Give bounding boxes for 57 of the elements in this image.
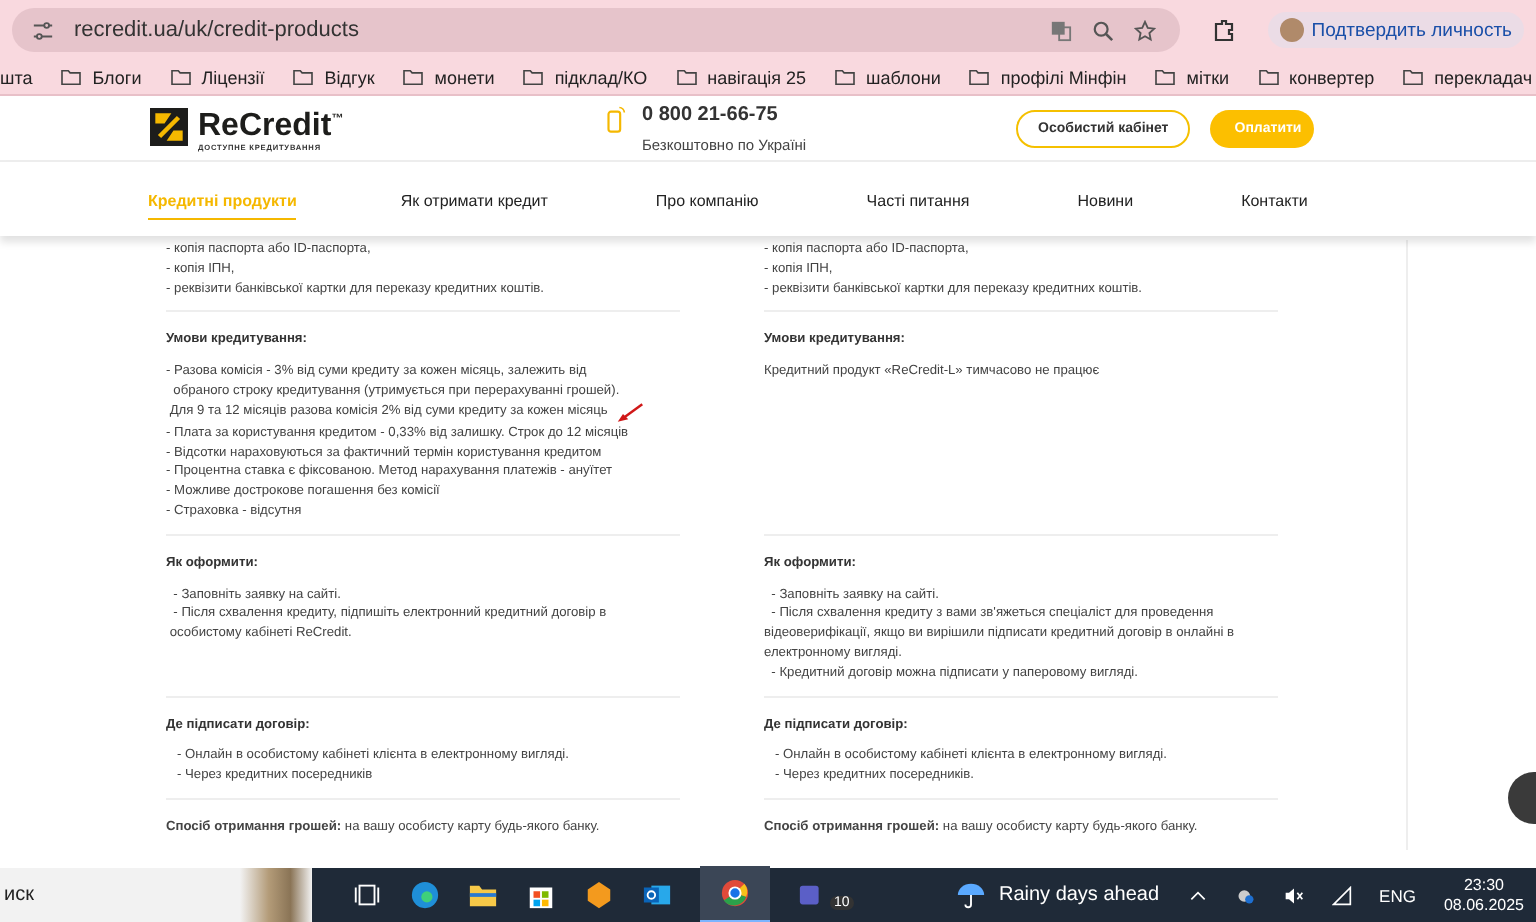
bookmark-folder[interactable]: шта: [0, 67, 33, 87]
folder-icon[interactable]: [468, 880, 498, 910]
task-view-icon[interactable]: [352, 880, 382, 910]
bookmark-folder[interactable]: Блоги: [60, 67, 142, 87]
profile-button[interactable]: Подтвердить личность: [1267, 12, 1524, 48]
folder-icon: [968, 68, 991, 86]
logo-icon: [150, 108, 188, 147]
mail-app-icon[interactable]: [642, 880, 672, 910]
bookmark-folder[interactable]: монети: [402, 67, 495, 87]
translate-icon[interactable]: [1049, 19, 1072, 41]
nav-tab[interactable]: Як отримати кредит: [400, 179, 548, 219]
folder-icon: [1257, 68, 1280, 86]
url-text: recredit.ua/uk/credit-products: [74, 18, 359, 42]
bookmark-star-icon[interactable]: [1133, 19, 1156, 41]
nav-tab[interactable]: Новини: [1077, 179, 1134, 219]
nav-tab[interactable]: Часті питання: [866, 179, 970, 219]
folder-icon: [522, 68, 545, 86]
clock-time[interactable]: 23:30: [1463, 875, 1504, 895]
speaker-muted-icon[interactable]: [1283, 885, 1304, 905]
nav-tab[interactable]: Контакти: [1241, 179, 1308, 219]
extensions-icon[interactable]: [1211, 18, 1236, 42]
bookmark-folder[interactable]: конвертер: [1257, 67, 1375, 87]
bookmark-folder[interactable]: Ліцензії: [169, 67, 265, 87]
clock-date[interactable]: 08.06.2025: [1443, 895, 1524, 915]
phone-number[interactable]: 0 800 21-66-75: [642, 103, 807, 125]
nav-tab[interactable]: Про компанію: [655, 179, 759, 219]
language-indicator[interactable]: ENG: [1379, 885, 1416, 905]
folder-icon: [292, 68, 315, 86]
annotation-arrow-icon: [615, 401, 644, 424]
bookmark-folder[interactable]: навігація 25: [675, 67, 807, 87]
cube-app-icon[interactable]: [584, 880, 614, 910]
taskbar-search-field[interactable]: иск: [0, 868, 240, 922]
phone-icon: [606, 103, 626, 135]
folder-icon: [1154, 68, 1177, 86]
rain-umbrella-icon: [956, 880, 987, 910]
cloud-icon[interactable]: [1235, 885, 1256, 905]
folder-icon: [675, 68, 698, 86]
site-info-icon[interactable]: [32, 19, 54, 41]
bookmark-folder[interactable]: перекладач: [1402, 67, 1533, 87]
bookmark-folder[interactable]: мітки: [1154, 67, 1230, 87]
browser-icon[interactable]: [410, 880, 440, 910]
search-artwork-drawing: [240, 868, 312, 922]
folder-icon: [169, 68, 192, 86]
folder-icon: [60, 68, 83, 86]
zoom-icon[interactable]: [1091, 19, 1114, 41]
logo-text: ReCredit$^{™}$: [198, 107, 344, 144]
folder-icon: [402, 68, 425, 86]
chrome-taskbar-button[interactable]: [720, 878, 750, 908]
avatar-icon: [1279, 18, 1304, 42]
address-bar[interactable]: recredit.ua/uk/credit-products: [12, 8, 1180, 52]
bookmark-folder[interactable]: Відгук: [292, 67, 375, 87]
bookmark-folder[interactable]: підклад/КО: [522, 67, 648, 87]
bookmark-folder[interactable]: шаблони: [834, 67, 941, 87]
folder-icon: [834, 68, 857, 86]
bookmark-folder[interactable]: профілі Мінфін: [968, 67, 1127, 87]
folder-icon: [1402, 68, 1425, 86]
weather-text[interactable]: Rainy days ahead: [998, 884, 1160, 906]
